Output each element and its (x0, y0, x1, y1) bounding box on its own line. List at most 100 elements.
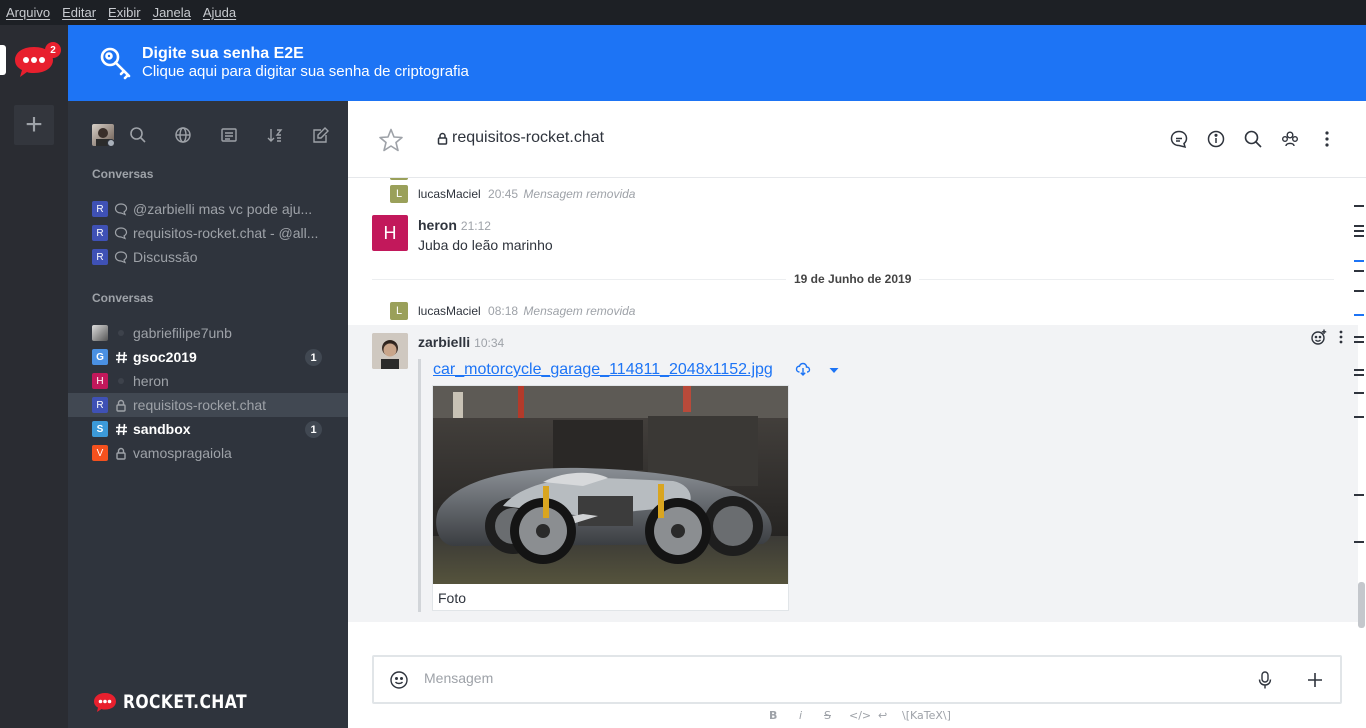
room-avatar: V (92, 445, 108, 461)
hashtag-icon (114, 350, 128, 364)
room-name: sandbox (133, 421, 191, 437)
scroll-marker (1354, 541, 1364, 543)
image-caption: Foto (438, 590, 467, 606)
add-reaction-icon[interactable] (1310, 328, 1328, 346)
formatting-toolbar: B i S </> ↩ \[KaTeX\] (348, 706, 1358, 726)
message-username[interactable]: heron (418, 217, 457, 233)
sort-icon[interactable] (263, 121, 287, 149)
sidebar-item-vamospragaiola[interactable]: V vamospragaiola (68, 441, 348, 465)
clipped-avatar (390, 178, 408, 180)
strike-button[interactable]: S (824, 709, 831, 722)
banner-title: Digite sua senha E2E (142, 45, 304, 62)
katex-button[interactable]: \[KaTeX\] (902, 709, 951, 722)
menu-ajuda[interactable]: Ajuda (203, 5, 236, 20)
message-menu-icon[interactable] (1334, 328, 1348, 346)
scrollbar-thumb[interactable] (1358, 582, 1365, 628)
multiline-button[interactable]: ↩ (878, 709, 887, 722)
emoji-icon[interactable] (388, 669, 410, 691)
download-cloud-icon[interactable] (795, 361, 811, 377)
room-name: heron (133, 373, 169, 389)
attachment-border (418, 359, 421, 612)
main-room-area: requisitos-rocket.chat L lucasMaciel 20:… (348, 101, 1366, 728)
menu-exibir[interactable]: Exibir (108, 5, 141, 20)
message-body: Juba do leão marinho (418, 237, 553, 253)
view-mode-icon[interactable] (217, 121, 241, 149)
room-header: requisitos-rocket.chat (348, 101, 1366, 178)
message-scrollbar[interactable] (1356, 178, 1366, 628)
sidebar: Conversas R @zarbielli mas vc pode aju..… (68, 101, 348, 728)
search-icon[interactable] (126, 121, 150, 149)
scroll-marker (1354, 270, 1364, 272)
sidebar-item-gabriefilipe7unb[interactable]: gabriefilipe7unb (68, 321, 348, 345)
room-avatar: S (92, 421, 108, 437)
scroll-marker (1354, 369, 1364, 371)
message-username[interactable]: zarbielli (418, 334, 470, 350)
microphone-icon[interactable] (1254, 669, 1276, 691)
sidebar-item-sandbox[interactable]: S sandbox 1 (68, 417, 348, 441)
scroll-marker (1354, 374, 1364, 376)
sidebar-item-discussion[interactable]: R @zarbielli mas vc pode aju... (68, 197, 348, 221)
sidebar-item-gsoc2019[interactable]: G gsoc2019 1 (68, 345, 348, 369)
discussion-icon (114, 226, 128, 240)
sidebar-item-discussion[interactable]: R requisitos-rocket.chat - @all... (68, 221, 348, 245)
room-info-icon[interactable] (1205, 128, 1227, 150)
scroll-marker (1354, 235, 1364, 237)
directory-globe-icon[interactable] (171, 121, 195, 149)
unread-badge: 1 (305, 349, 322, 366)
menu-arquivo[interactable]: Arquivo (6, 5, 50, 20)
motorcycle-garage-photo[interactable] (433, 386, 788, 584)
kebab-menu-icon[interactable] (1316, 128, 1338, 150)
unread-badge: 1 (305, 421, 322, 438)
scroll-marker (1354, 392, 1364, 394)
image-attachment[interactable]: Foto (432, 385, 789, 611)
attachment-title-link[interactable]: car_motorcycle_garage_114811_2048x1152.j… (433, 361, 773, 379)
collapse-caret-icon[interactable] (828, 363, 840, 375)
message-avatar: L (390, 185, 408, 203)
room-avatar: R (92, 397, 108, 413)
scroll-marker (1354, 336, 1364, 338)
discussion-icon (114, 250, 128, 264)
message-composer[interactable]: Mensagem (372, 655, 1342, 704)
scroll-marker (1354, 205, 1364, 207)
add-server-button[interactable]: + (14, 105, 54, 145)
bold-button[interactable]: B (769, 709, 777, 722)
lock-icon (114, 446, 128, 460)
scroll-marker (1354, 260, 1364, 262)
room-title: requisitos-rocket.chat (452, 129, 605, 146)
search-messages-icon[interactable] (1242, 128, 1264, 150)
room-avatar: R (92, 249, 108, 265)
day-divider-label: 19 de Junho de 2019 (786, 272, 920, 286)
message-avatar[interactable] (372, 333, 408, 369)
members-icon[interactable] (1279, 128, 1301, 150)
discussion-icon[interactable] (1168, 128, 1190, 150)
e2e-password-banner[interactable]: Digite sua senha E2E Clique aqui para di… (68, 25, 1366, 101)
message-time: 08:18 (488, 304, 519, 318)
room-avatar: H (92, 373, 108, 389)
app-menubar: Arquivo Editar Exibir Janela Ajuda (0, 0, 1366, 25)
sidebar-item-heron[interactable]: H heron (68, 369, 348, 393)
message-input[interactable]: Mensagem (424, 670, 493, 686)
add-attachment-icon[interactable] (1304, 669, 1326, 691)
message-avatar[interactable]: H (372, 215, 408, 251)
room-name: gabriefilipe7unb (133, 325, 232, 341)
active-server-indicator (0, 45, 6, 75)
menu-janela[interactable]: Janela (153, 5, 191, 20)
scroll-marker (1354, 416, 1364, 418)
message-username[interactable]: lucasMaciel (418, 187, 481, 201)
code-button[interactable]: </> (849, 709, 871, 722)
lock-icon (437, 132, 448, 148)
italic-button[interactable]: i (799, 709, 802, 722)
favorite-star-icon[interactable] (378, 127, 404, 156)
menu-editar[interactable]: Editar (62, 5, 96, 20)
room-name: requisitos-rocket.chat - @all... (133, 225, 319, 241)
sidebar-item-discussion[interactable]: R Discussão (68, 245, 348, 269)
message-time: 21:12 (460, 219, 491, 233)
room-avatar: R (92, 225, 108, 241)
room-name: vamospragaiola (133, 445, 232, 461)
message-username[interactable]: lucasMaciel (418, 304, 481, 318)
scroll-marker (1354, 230, 1364, 232)
room-avatar: R (92, 201, 108, 217)
scroll-marker (1354, 290, 1364, 292)
sidebar-item-requisitos-rocket-chat[interactable]: R requisitos-rocket.chat (68, 393, 348, 417)
create-new-icon[interactable] (309, 121, 333, 149)
